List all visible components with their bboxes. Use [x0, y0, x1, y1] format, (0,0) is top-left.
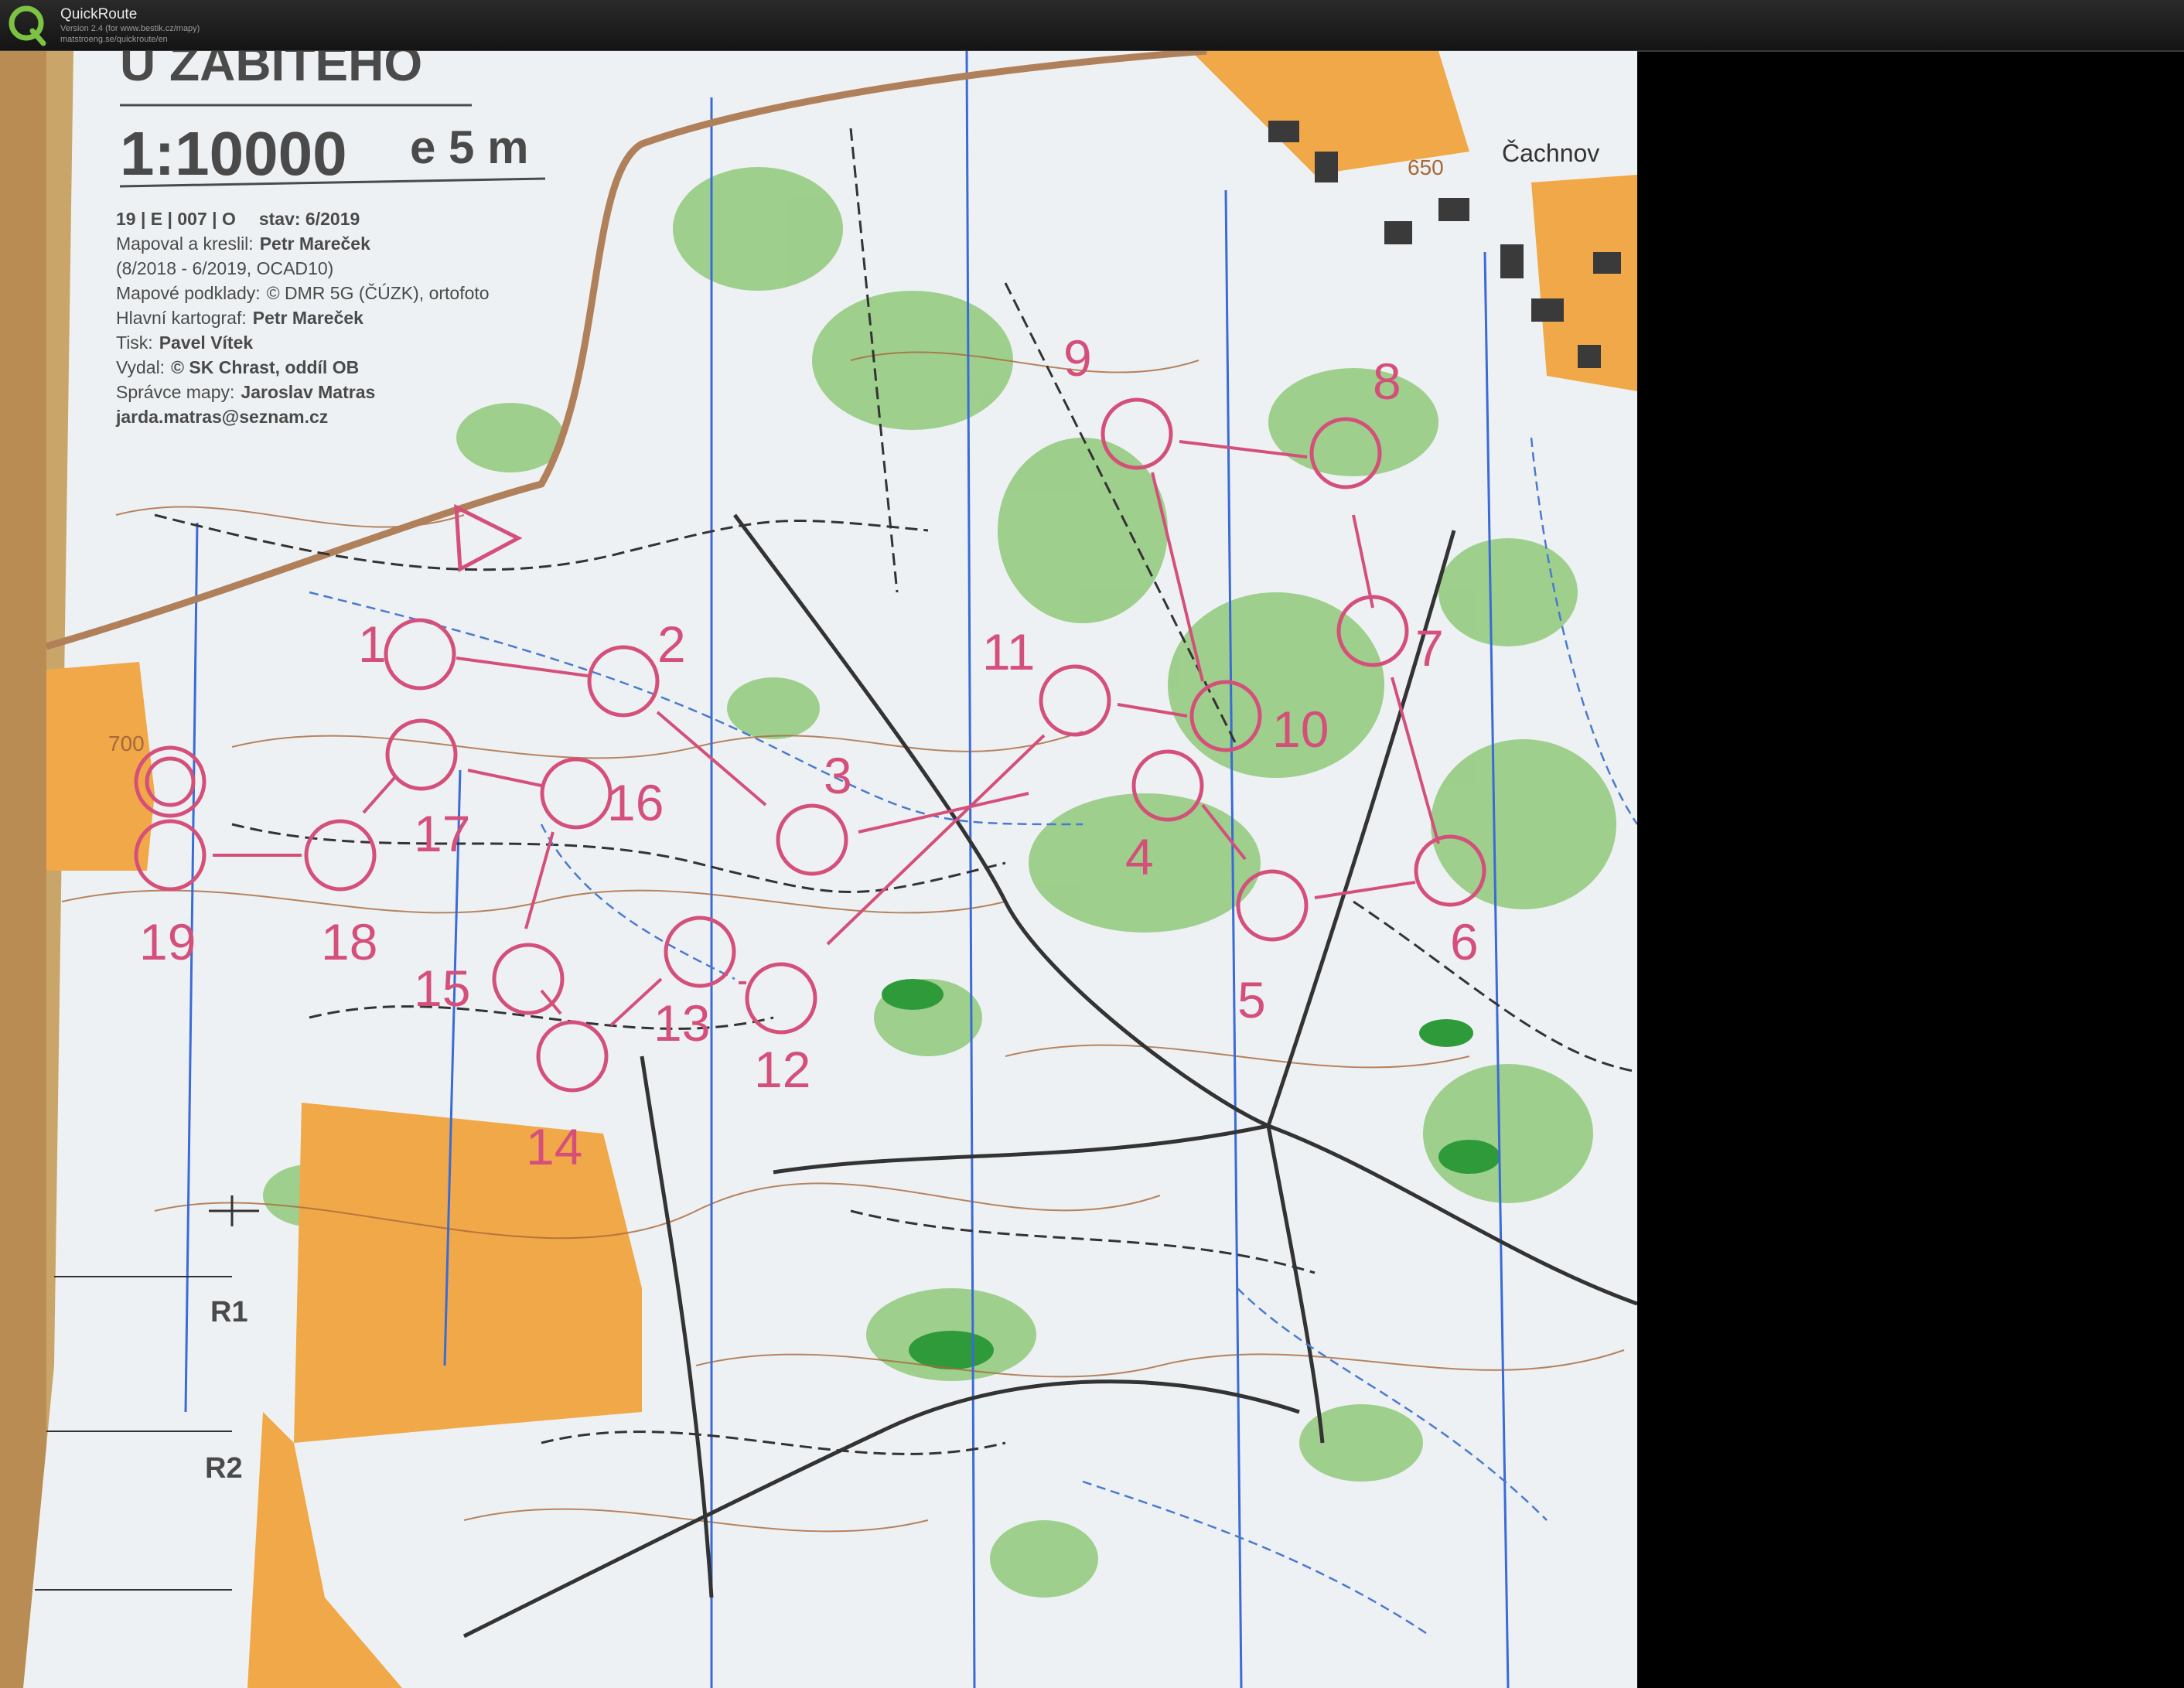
control-number-8: 8: [1373, 353, 1401, 410]
place-label-cachnov: Čachnov: [1502, 139, 1599, 167]
svg-text:Hlavní kartograf:Petr Mareček: Hlavní kartograf: Petr Mareček: [116, 308, 363, 328]
control-number-3: 3: [824, 747, 852, 804]
svg-text:Správce mapy:Jaroslav Matras: Správce mapy: Jaroslav Matras: [116, 382, 375, 402]
version-text: Version 2.4 (for www.bestik.cz/mapy): [60, 24, 200, 33]
control-number-9: 9: [1063, 329, 1092, 387]
map-scale: 1:10000: [120, 119, 347, 188]
svg-text:Mapové podklady:© DMR 5G (ČÚZK: Mapové podklady: © DMR 5G (ČÚZK), ortofot…: [116, 282, 490, 303]
map-name: U ZABITÉHO: [120, 51, 422, 91]
svg-text:jarda.matras@seznam.cz: jarda.matras@seznam.cz: [115, 407, 328, 427]
control-number-18: 18: [321, 913, 377, 970]
url-text: matstroeng.se/quickroute/en: [60, 35, 168, 44]
control-number-1: 1: [358, 616, 387, 673]
control-number-5: 5: [1237, 971, 1266, 1028]
control-number-15: 15: [414, 960, 470, 1017]
control-number-2: 2: [657, 616, 686, 673]
quickroute-logo-icon: [9, 5, 46, 46]
svg-text:(8/2018 - 6/2019, OCAD10): (8/2018 - 6/2019, OCAD10): [116, 258, 333, 278]
svg-text:Tisk:Pavel Vítek: Tisk: Pavel Vítek: [116, 332, 253, 353]
window-title: QuickRoute: [60, 6, 138, 22]
control-number-11: 11: [982, 623, 1036, 680]
contour-interval: e 5 m: [410, 121, 528, 173]
relay-label-r1: R1: [210, 1296, 248, 1328]
svg-text:Vydal:© SK Chrast, oddíl OB: Vydal: © SK Chrast, oddíl OB: [116, 357, 359, 377]
relay-label-r2: R2: [205, 1452, 243, 1485]
control-number-17: 17: [414, 805, 470, 862]
elevation-label-650: 650: [1408, 155, 1444, 179]
control-number-19: 19: [139, 913, 196, 970]
control-number-16: 16: [607, 774, 664, 831]
control-number-10: 10: [1272, 701, 1329, 758]
orienteering-map[interactable]: 1 2 3 4 5 6 7 8 9 10 11 12 13 14 15 16 1…: [0, 51, 1637, 1688]
control-number-7: 7: [1415, 619, 1444, 677]
table-edge: [0, 51, 46, 1688]
control-number-6: 6: [1450, 913, 1479, 970]
control-number-13: 13: [653, 994, 710, 1052]
map-view[interactable]: 1 2 3 4 5 6 7 8 9 10 11 12 13 14 15 16 1…: [0, 51, 1637, 1688]
control-number-4: 4: [1125, 828, 1154, 885]
svg-text:Mapoval a kreslil:Petr Mareček: Mapoval a kreslil: Petr Mareček: [116, 234, 370, 254]
elevation-label-700: 700: [108, 731, 145, 755]
title-bar: QuickRoute Version 2.4 (for www.bestik.c…: [0, 0, 2184, 52]
control-number-14: 14: [526, 1118, 582, 1175]
control-number-12: 12: [754, 1041, 810, 1098]
